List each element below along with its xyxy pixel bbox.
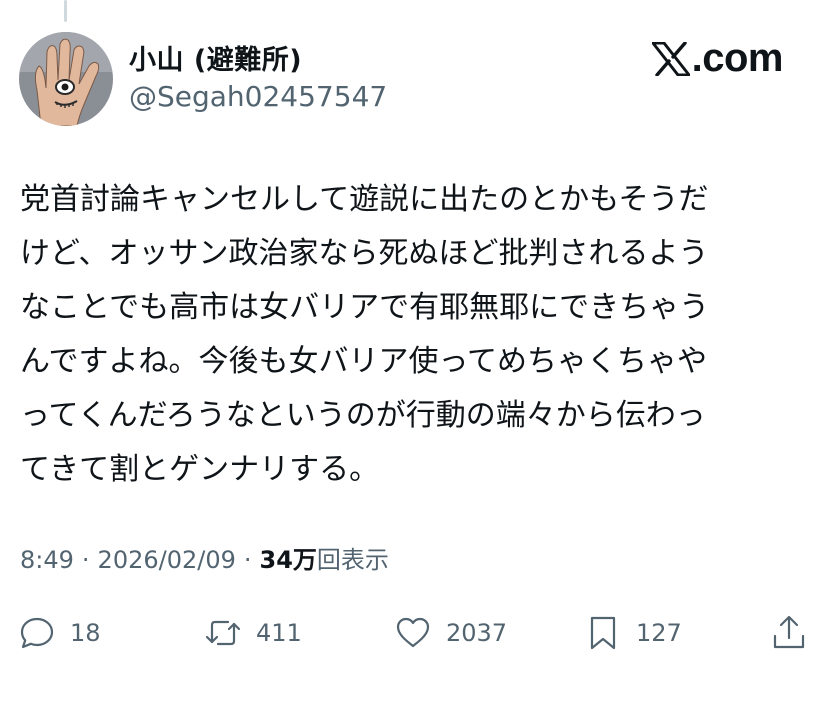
repost-icon [205, 620, 241, 646]
reply-icon [20, 617, 54, 649]
thread-connector-line [64, 0, 67, 22]
post-time[interactable]: 8:49 [20, 546, 74, 574]
like-button[interactable]: 2037 [394, 610, 507, 656]
views-label: 回表示 [316, 546, 389, 574]
tweet-line: なことでも高市は女バリアで有耶無耶にできちゃう [20, 290, 710, 325]
meta-separator: · [243, 546, 252, 574]
heart-icon [396, 617, 430, 648]
author-handle[interactable]: @Segah02457547 [129, 80, 387, 113]
tweet-text: 党首討論キャンセルして遊説に出たのとかもそうだ けど、オッサン政治家なら死ぬほど… [20, 173, 810, 497]
hand-eye-avatar-image [19, 32, 113, 126]
tweet-line: てきて割とゲンナリする。 [20, 452, 380, 487]
share-button[interactable] [770, 610, 808, 656]
repost-count: 411 [256, 619, 302, 647]
x-logo-icon [651, 41, 690, 76]
like-count: 2037 [446, 619, 508, 647]
brand-logo: .com [651, 36, 784, 81]
avatar[interactable] [19, 32, 113, 126]
tweet-line: 党首討論キャンセルして遊説に出たのとかもそうだ [20, 182, 709, 217]
tweet-line: けど、オッサン政治家なら死ぬほど批判されるよう [20, 236, 709, 271]
meta-separator: · [81, 546, 90, 574]
action-bar: 18 411 2037 127 [0, 610, 828, 656]
reply-button[interactable]: 18 [18, 610, 101, 656]
tweet-meta: 8:49 · 2026/02/09 · 34万 回表示 [20, 540, 389, 575]
tweet-line: んですよね。今後も女バリア使ってめちゃくちゃや [20, 344, 707, 379]
bookmark-count: 127 [636, 619, 682, 647]
share-icon [773, 615, 805, 649]
views-count: 34万 [259, 546, 317, 574]
repost-button[interactable]: 411 [204, 610, 302, 656]
brand-domain-label: .com [691, 36, 784, 80]
bookmark-button[interactable]: 127 [584, 610, 682, 656]
author-display-name[interactable]: 小山 (避難所) [129, 38, 302, 77]
bookmark-icon [590, 616, 616, 650]
post-date[interactable]: 2026/02/09 [98, 546, 236, 574]
reply-count: 18 [70, 619, 101, 647]
tweet-line: ってくんだろうなというのが行動の端々から伝わっ [20, 398, 706, 433]
